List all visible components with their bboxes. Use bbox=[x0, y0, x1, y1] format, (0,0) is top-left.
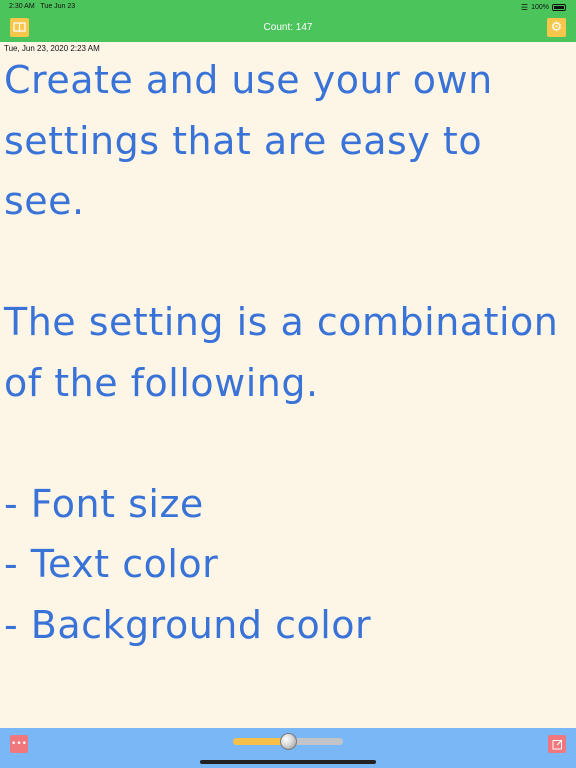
text-line: see. bbox=[4, 179, 85, 223]
battery-icon bbox=[552, 4, 566, 11]
wifi-icon: ☰ bbox=[520, 3, 529, 12]
text-line: of the following. bbox=[4, 360, 319, 405]
gear-icon[interactable]: ⚙ bbox=[547, 18, 566, 37]
text-line: - Text color bbox=[4, 542, 219, 586]
home-indicator bbox=[200, 760, 376, 764]
main-text: Create and use your own settings that are… bbox=[4, 50, 574, 655]
text-line: Create and use your own bbox=[4, 58, 493, 102]
text-line: The setting is a combination bbox=[4, 300, 559, 344]
status-right: ☰ 100% bbox=[521, 3, 566, 12]
text-line: - Font size bbox=[4, 481, 204, 526]
text-line: settings that are easy to bbox=[4, 118, 483, 163]
status-date: Tue Jun 23 bbox=[40, 3, 76, 10]
status-time: 2:30 AM bbox=[9, 3, 35, 10]
edit-icon-svg bbox=[552, 739, 562, 749]
nav-title: Count: 147 bbox=[263, 22, 313, 33]
edit-icon[interactable] bbox=[548, 735, 566, 753]
battery-percent: 100% bbox=[531, 4, 549, 11]
status-time-date: 2:30 AM Tue Jun 23 bbox=[9, 3, 75, 10]
slider-thumb[interactable] bbox=[279, 733, 297, 750]
more-icon[interactable]: ••• bbox=[10, 735, 28, 753]
top-bar: 2:30 AM Tue Jun 23 ☰ 100% Count: 147 ⚙ bbox=[0, 0, 576, 42]
text-line: - Background color bbox=[4, 602, 372, 647]
